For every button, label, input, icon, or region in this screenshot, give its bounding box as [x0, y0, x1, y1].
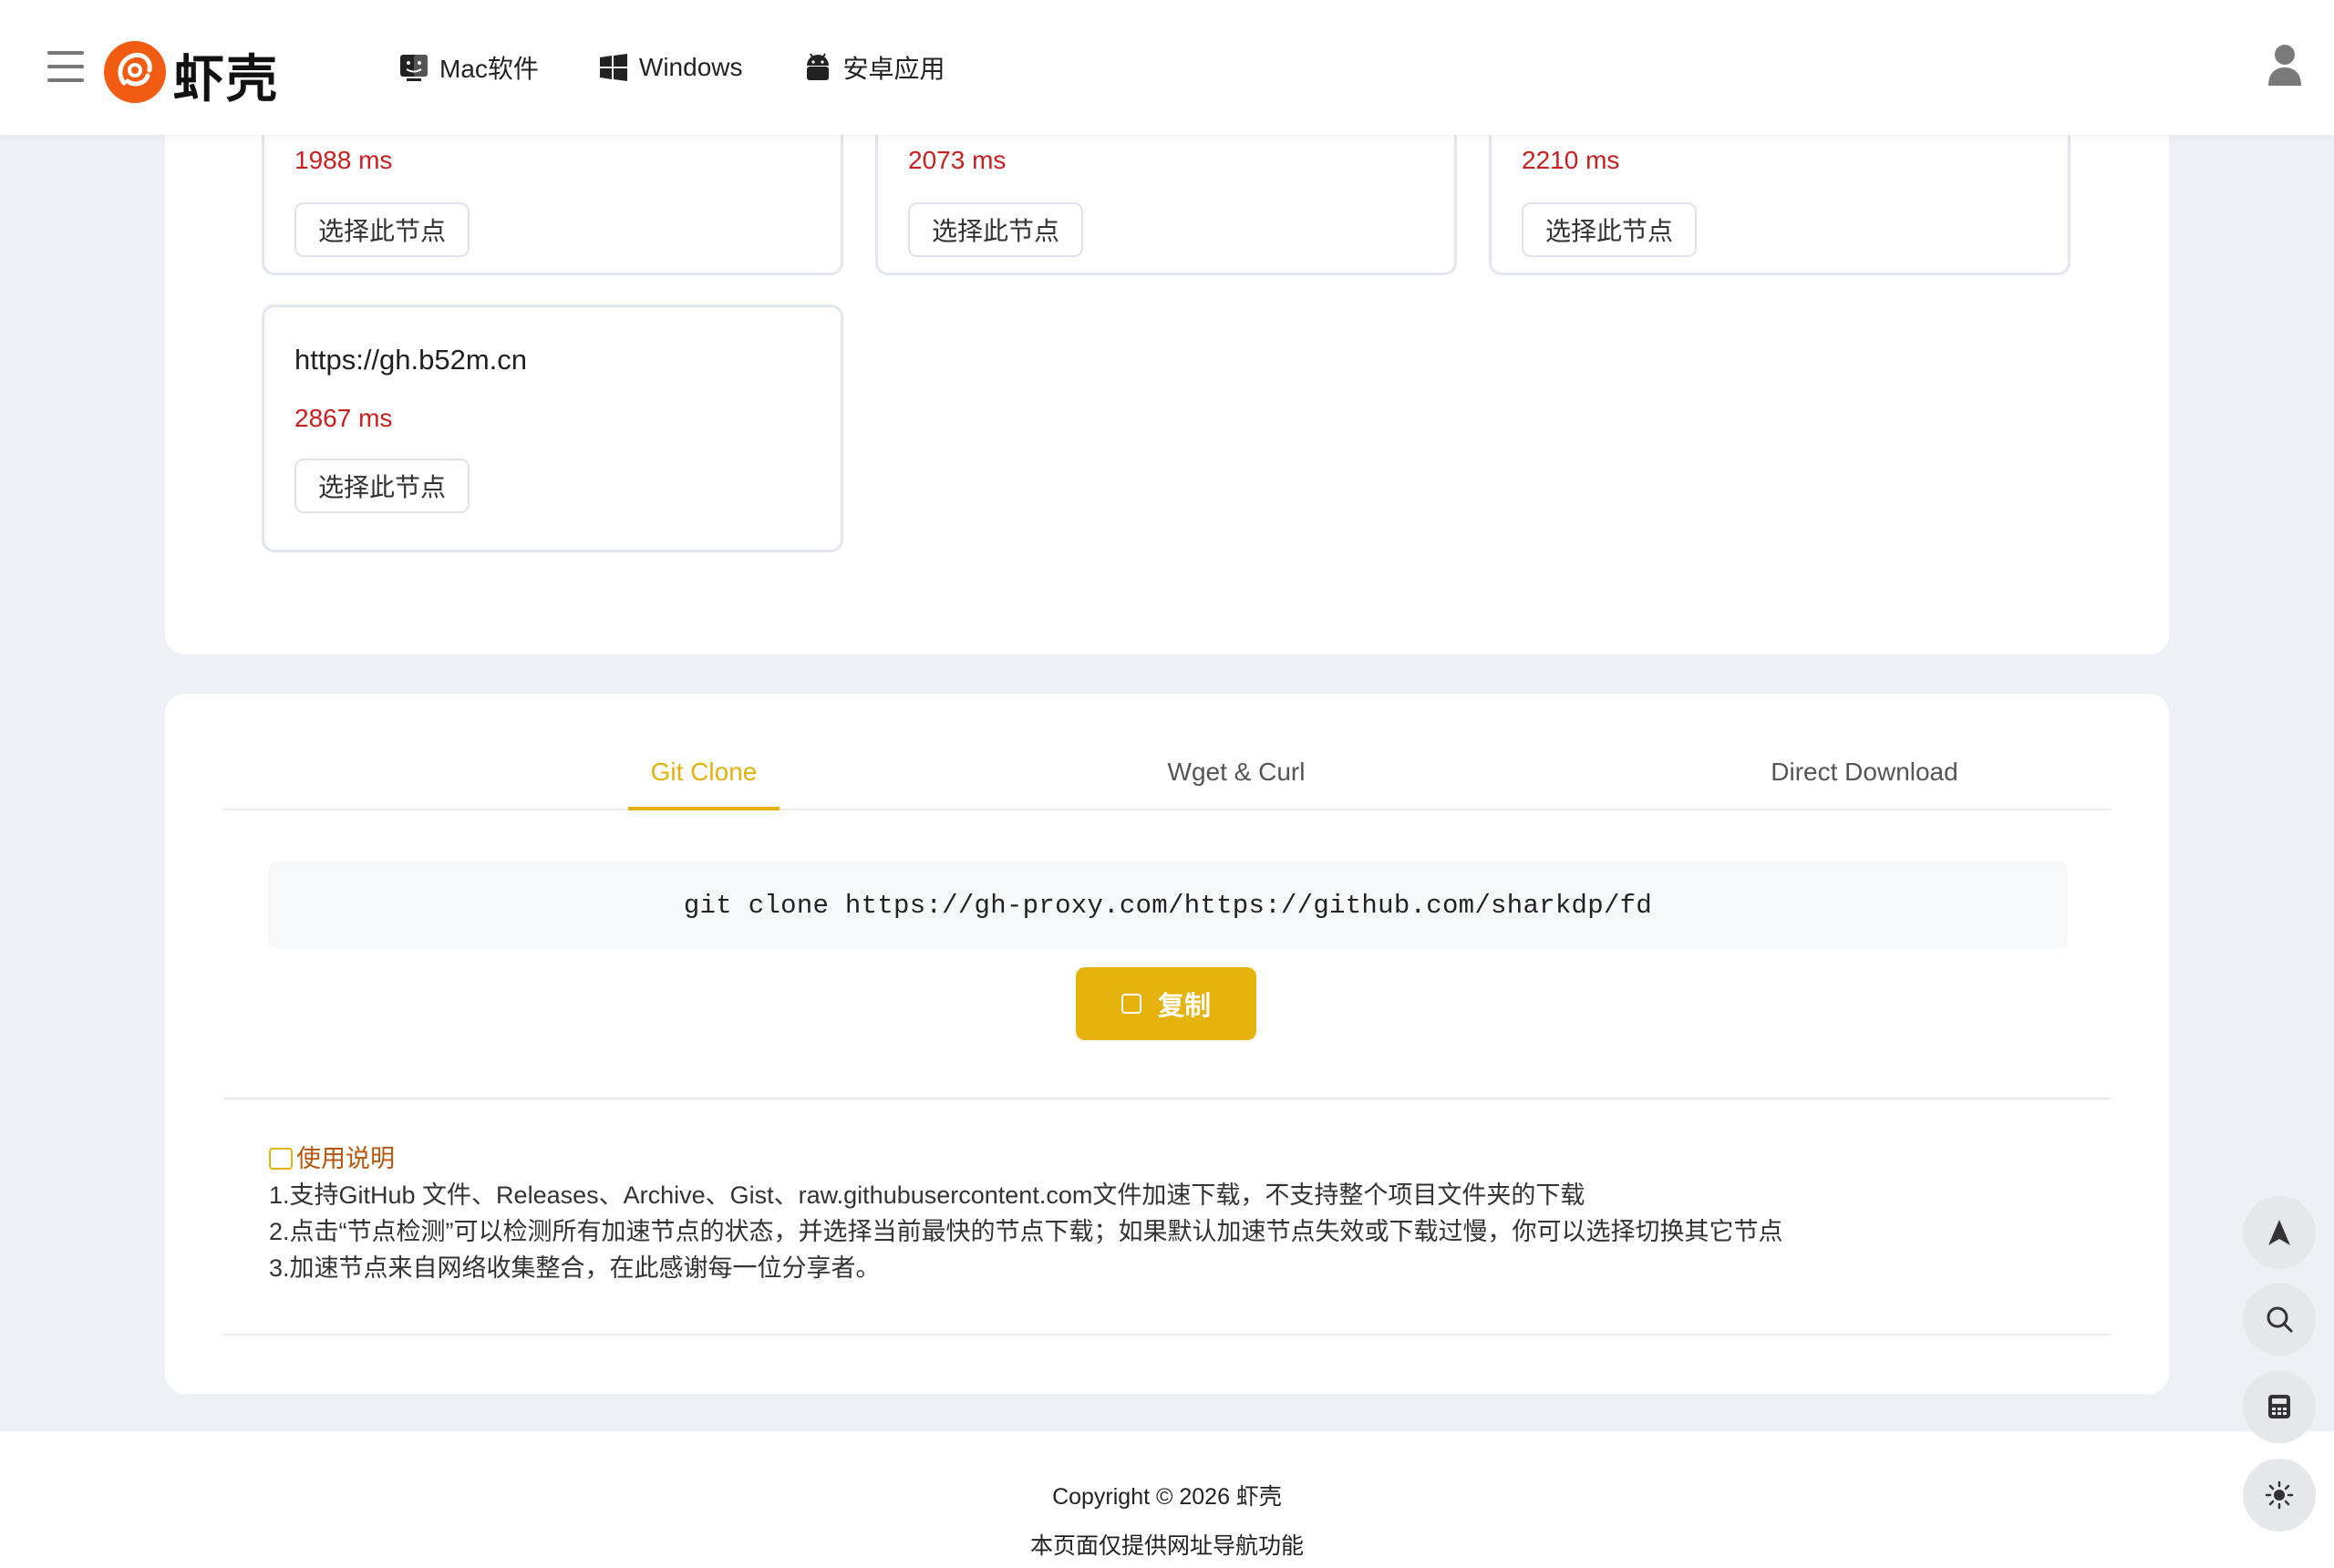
select-node-button[interactable]: 选择此节点 — [294, 202, 470, 257]
calculator-button[interactable] — [2243, 1370, 2316, 1443]
calculator-icon — [2268, 1395, 2290, 1418]
method-tabs: Git Clone Wget & Curl Direct Download — [223, 758, 2111, 810]
node-list-panel: 1988 ms 选择此节点 2073 ms 选择此节点 2210 ms 选择此节… — [165, 55, 2169, 655]
usage-title: 使用说明 — [269, 1140, 1783, 1177]
search-button[interactable] — [2243, 1283, 2316, 1356]
select-node-button[interactable]: 选择此节点 — [1522, 202, 1698, 257]
hamburger-menu-icon[interactable] — [47, 51, 84, 84]
usage-line: 3.加速节点来自网络收集整合，在此感谢每一位分享者。 — [269, 1254, 881, 1282]
usage-notes: 使用说明 1.支持GitHub 文件、Releases、Archive、Gist… — [269, 1140, 1783, 1286]
android-icon — [806, 53, 829, 80]
nav-label: Mac软件 — [439, 55, 539, 83]
select-node-button[interactable]: 选择此节点 — [908, 202, 1084, 257]
node-latency: 2867 ms — [294, 404, 393, 432]
usage-title-text: 使用说明 — [296, 1145, 395, 1172]
usage-line: 1.支持GitHub 文件、Releases、Archive、Gist、raw.… — [269, 1181, 1585, 1209]
tab-direct-download[interactable]: Direct Download — [1755, 758, 1974, 809]
logo-icon[interactable] — [104, 41, 166, 103]
copyright-text: Copyright © 2026 虾壳 — [1052, 1484, 1282, 1510]
footer-note: 本页面仅提供网址导航功能 — [1029, 1533, 1304, 1559]
node-card: https://gh.b52m.cn 2867 ms 选择此节点 — [262, 304, 843, 552]
copy-button[interactable]: 复制 — [1076, 967, 1256, 1040]
copy-icon — [1121, 994, 1141, 1014]
node-latency: 1988 ms — [294, 146, 393, 174]
nav-item-windows[interactable]: Windows — [597, 51, 743, 84]
command-box[interactable]: git clone https://gh-proxy.com/https://g… — [268, 861, 2068, 949]
nav-label: Windows — [638, 53, 743, 81]
divider — [223, 1098, 2111, 1099]
theme-sun-icon — [2265, 1480, 2294, 1510]
tab-git-clone[interactable]: Git Clone — [628, 758, 780, 810]
tab-wget-curl[interactable]: Wget & Curl — [1150, 758, 1323, 809]
note-icon — [269, 1148, 293, 1170]
node-latency: 2073 ms — [908, 146, 1007, 174]
top-header: 虾壳 Mac软件 Windows 安卓应用 — [0, 0, 2334, 135]
back-to-top-button[interactable] — [2243, 1196, 2316, 1269]
page-footer: Copyright © 2026 虾壳 本页面仅提供网址导航功能 — [0, 1431, 2334, 1568]
logo-text[interactable]: 虾壳 — [173, 38, 279, 112]
back-to-top-icon — [2268, 1220, 2290, 1245]
nav-item-mac[interactable]: Mac软件 — [398, 49, 539, 86]
select-node-button[interactable]: 选择此节点 — [294, 459, 470, 513]
windows-icon — [599, 54, 627, 81]
node-url: https://gh.b52m.cn — [294, 344, 528, 376]
node-latency: 2210 ms — [1522, 146, 1620, 174]
nav-item-android[interactable]: 安卓应用 — [801, 49, 945, 86]
search-icon — [2267, 1306, 2293, 1333]
theme-toggle-button[interactable] — [2243, 1459, 2316, 1532]
copy-label: 复制 — [1157, 992, 1211, 1021]
download-methods-panel: Git Clone Wget & Curl Direct Download gi… — [165, 694, 2169, 1394]
mac-finder-icon — [400, 55, 428, 81]
user-icon[interactable] — [2267, 44, 2303, 86]
divider — [223, 1334, 2111, 1336]
usage-line: 2.点击“节点检测”可以检测所有加速节点的状态，并选择当前最快的节点下载；如果默… — [269, 1218, 1783, 1245]
nav-label: 安卓应用 — [842, 55, 945, 83]
main-nav: Mac软件 Windows 安卓应用 — [398, 0, 1004, 135]
